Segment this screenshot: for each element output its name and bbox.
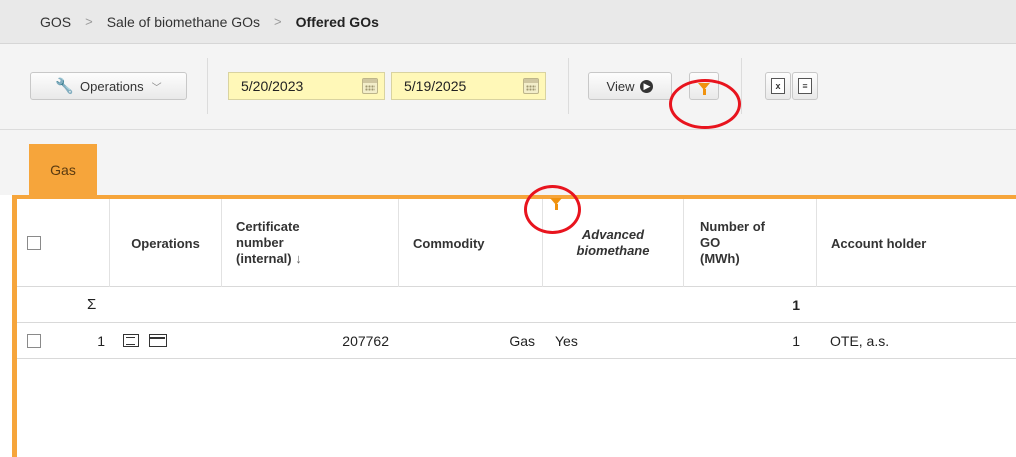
breadcrumb-item-current: Offered GOs bbox=[295, 13, 379, 30]
breadcrumb-separator: > bbox=[274, 14, 282, 29]
chevron-down-icon: ﹀ bbox=[151, 82, 162, 94]
toolbar-divider bbox=[207, 58, 208, 114]
tab-gas[interactable]: Gas bbox=[29, 144, 97, 195]
view-label: View bbox=[606, 78, 635, 94]
date-to-value: 5/19/2025 bbox=[404, 78, 467, 94]
excel-icon: x bbox=[771, 78, 785, 94]
calendar-icon[interactable] bbox=[362, 78, 378, 94]
breadcrumb: GOS > Sale of biomethane GOs > Offered G… bbox=[0, 0, 1016, 44]
header-number-line: (MWh) bbox=[700, 251, 740, 266]
sum-row: Σ 1 bbox=[17, 287, 1016, 323]
header-certificate-line: (internal) ↓ bbox=[236, 251, 302, 267]
breadcrumb-separator: > bbox=[85, 14, 93, 29]
row-operations bbox=[123, 323, 203, 358]
breadcrumb-item-gos[interactable]: GOS bbox=[40, 14, 71, 30]
view-button[interactable]: View ▶ bbox=[588, 72, 672, 100]
header-certificate[interactable]: Certificate number (internal) ↓ bbox=[222, 199, 399, 287]
export-excel-button[interactable]: x bbox=[765, 72, 791, 100]
row-certificate: 207762 bbox=[342, 332, 389, 349]
detail-list-icon[interactable] bbox=[123, 334, 139, 347]
date-from-field[interactable]: 5/20/2023 bbox=[228, 72, 385, 100]
header-advanced-line: biomethane bbox=[576, 243, 650, 258]
row-checkbox-cell bbox=[27, 323, 47, 358]
arrow-right-circle-icon: ▶ bbox=[640, 79, 654, 93]
header-number-line: Number of bbox=[700, 219, 765, 234]
document-icon: ≡ bbox=[798, 78, 812, 94]
wrench-icon: 🔧 bbox=[55, 78, 75, 95]
header-advanced-line: Advanced bbox=[581, 227, 645, 242]
operations-button[interactable]: 🔧 Operations ﹀ bbox=[30, 72, 187, 100]
sort-down-icon[interactable]: ↓ bbox=[295, 251, 302, 266]
header-certificate-line-text: (internal) bbox=[236, 251, 292, 266]
toolbar-divider bbox=[568, 58, 569, 114]
header-commodity[interactable]: Commodity bbox=[399, 199, 543, 287]
sum-number-of-go: 1 bbox=[792, 296, 800, 313]
toolbar-divider bbox=[741, 58, 742, 114]
select-all-checkbox[interactable] bbox=[27, 236, 41, 250]
header-account-holder[interactable]: Account holder bbox=[817, 199, 1016, 287]
header-operations[interactable]: Operations bbox=[110, 199, 222, 287]
header-number-line: GO bbox=[700, 235, 721, 250]
operations-label: Operations bbox=[80, 78, 144, 94]
header-certificate-line: number bbox=[236, 235, 284, 250]
sum-symbol: Σ bbox=[87, 296, 97, 313]
tab-gas-label: Gas bbox=[50, 161, 76, 178]
header-select-all bbox=[17, 199, 110, 287]
row-number-of-go: 1 bbox=[792, 332, 800, 349]
date-from-value: 5/20/2023 bbox=[241, 78, 304, 94]
export-document-button[interactable]: ≡ bbox=[792, 72, 818, 100]
card-icon[interactable] bbox=[149, 334, 167, 347]
header-operations-label: Operations bbox=[131, 235, 200, 251]
header-commodity-label: Commodity bbox=[413, 235, 485, 251]
tab-bar: Gas bbox=[0, 130, 1016, 195]
highlight-circle bbox=[524, 185, 581, 234]
highlight-circle bbox=[669, 79, 741, 129]
header-certificate-line: Certificate bbox=[236, 219, 300, 234]
date-to-field[interactable]: 5/19/2025 bbox=[391, 72, 546, 100]
calendar-icon[interactable] bbox=[523, 78, 539, 94]
row-index: 1 bbox=[97, 332, 105, 349]
table-row[interactable]: 1 207762 Gas Yes 1 OTE, a.s. bbox=[17, 323, 1016, 359]
row-checkbox[interactable] bbox=[27, 333, 41, 348]
breadcrumb-item-sale[interactable]: Sale of biomethane GOs bbox=[107, 14, 260, 30]
toolbar: 🔧 Operations ﹀ 5/20/2023 5/19/2025 View … bbox=[0, 44, 1016, 130]
table-header: Operations Certificate number (internal)… bbox=[17, 185, 1016, 287]
row-advanced: Yes bbox=[555, 332, 578, 349]
row-account-holder: OTE, a.s. bbox=[830, 332, 890, 349]
header-number-of-go[interactable]: Number of GO (MWh) bbox=[684, 199, 817, 287]
header-account-holder-label: Account holder bbox=[831, 235, 927, 251]
row-commodity: Gas bbox=[509, 332, 535, 349]
